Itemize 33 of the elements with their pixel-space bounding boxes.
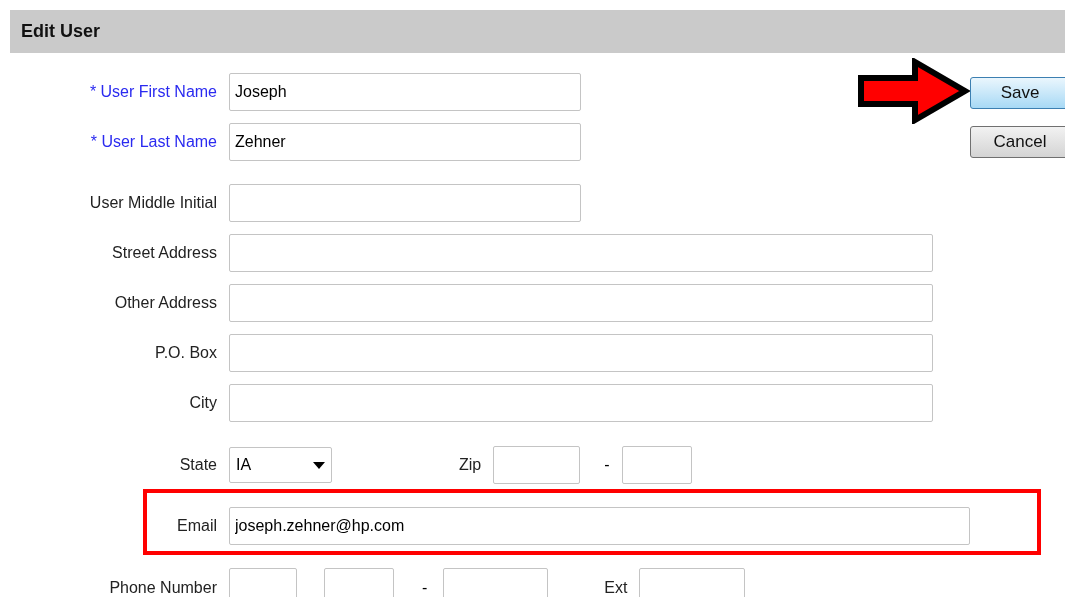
section-title: Edit User <box>21 20 101 43</box>
field-label: City <box>189 393 217 413</box>
field-label: Email <box>177 516 217 536</box>
text-field[interactable] <box>229 234 933 272</box>
cancel-button[interactable]: Cancel <box>970 126 1065 158</box>
field-label: Zip <box>459 455 482 475</box>
field-label: Other Address <box>114 293 217 313</box>
zip-field[interactable] <box>493 446 581 484</box>
zip-extension-field[interactable] <box>621 446 692 484</box>
text-field[interactable]: Zehner <box>229 123 581 161</box>
text-field[interactable]: Joseph <box>229 73 581 111</box>
field-label: * User Last Name <box>90 132 217 152</box>
field-label: * User First Name <box>89 82 217 102</box>
caret-icon <box>313 461 325 469</box>
separator: - <box>604 455 610 475</box>
area-code-field[interactable] <box>229 568 297 597</box>
extension-field[interactable] <box>639 568 746 597</box>
phone-prefix-field[interactable] <box>324 568 394 597</box>
text-field[interactable] <box>229 334 933 372</box>
field-label: Street Address <box>112 243 217 263</box>
field-label: State <box>179 455 217 475</box>
field-label: Phone Number <box>109 578 217 597</box>
separator: - <box>422 578 428 597</box>
state-dropdown[interactable]: IA <box>229 447 332 483</box>
field-label: P.O. Box <box>155 343 217 363</box>
email-field[interactable]: joseph.zehner@hp.com <box>229 507 970 545</box>
text-field[interactable] <box>229 384 933 422</box>
save-button[interactable]: Save <box>970 77 1065 109</box>
text-field[interactable] <box>229 184 581 222</box>
field-label: Ext <box>604 578 628 597</box>
text-field[interactable] <box>229 284 933 322</box>
field-label: User Middle Initial <box>89 193 217 213</box>
phone-line-field[interactable] <box>443 568 549 597</box>
